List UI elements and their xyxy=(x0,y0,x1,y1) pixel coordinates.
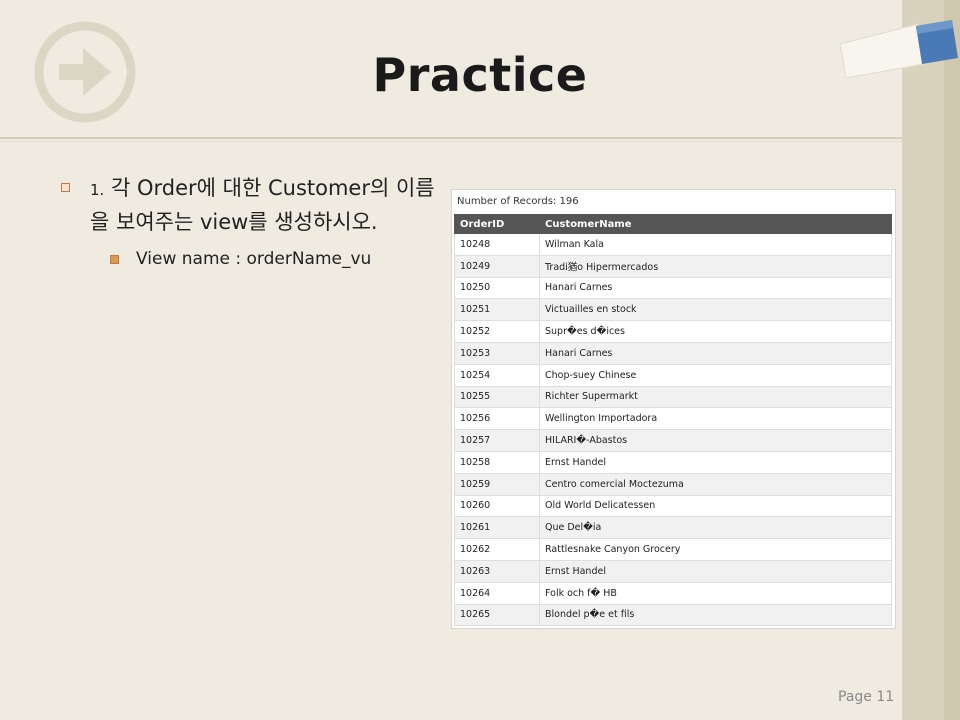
table-row: 10260 Old World Delicatessen xyxy=(454,495,892,518)
cell-orderid: 10265 xyxy=(454,604,540,627)
cell-customername: Ernst Handel xyxy=(539,560,892,583)
table-row: 10256 Wellington Importadora xyxy=(454,407,892,431)
bullet-2-text: View name : orderName_vu xyxy=(136,249,372,269)
table-row: 10254 Chop-suey Chinese xyxy=(454,364,892,387)
table-row: 10249 Tradi猶o Hipermercados xyxy=(454,255,892,278)
table-row: 10248 Wilman Kala xyxy=(454,233,892,256)
bullet-square-open-icon xyxy=(61,183,70,192)
cell-orderid: 10260 xyxy=(454,495,540,518)
cell-orderid: 10249 xyxy=(454,255,540,278)
cell-orderid: 10248 xyxy=(454,233,540,256)
cell-orderid: 10263 xyxy=(454,560,540,583)
cell-orderid: 10252 xyxy=(454,320,540,343)
cell-orderid: 10253 xyxy=(454,342,540,365)
cell-orderid: 10261 xyxy=(454,516,540,540)
table-row: 10252 Supr�es d�ices xyxy=(454,320,892,343)
table-row: 10265 Blondel p�e et fils xyxy=(454,604,892,627)
cell-customername: Victuailles en stock xyxy=(539,298,892,322)
cell-customername: Centro comercial Moctezuma xyxy=(539,473,892,496)
cell-customername: Tradi猶o Hipermercados xyxy=(539,255,892,278)
bullet-item-1: 1. 각 Order에 대한 Customer의 이름을 보여주는 view를 … xyxy=(58,172,438,238)
cell-orderid: 10255 xyxy=(454,386,540,409)
cell-orderid: 10257 xyxy=(454,429,540,452)
page-number: Page 11 xyxy=(838,689,895,705)
cell-customername: Chop-suey Chinese xyxy=(539,364,892,387)
cell-customername: Wilman Kala xyxy=(539,233,892,256)
table-row: 10250 Hanari Carnes xyxy=(454,277,892,300)
cell-customername: Hanari Carnes xyxy=(539,342,892,365)
cell-orderid: 10251 xyxy=(454,298,540,322)
table-row: 10261 Que Del�ia xyxy=(454,516,892,540)
cell-orderid: 10259 xyxy=(454,473,540,496)
cell-customername: Wellington Importadora xyxy=(539,407,892,431)
title-divider-secondary xyxy=(0,141,902,142)
table-row: 10253 Hanari Carnes xyxy=(454,342,892,365)
cell-customername: Blondel p�e et fils xyxy=(539,604,892,627)
cell-customername: HILARI�-Abastos xyxy=(539,429,892,452)
table-row: 10259 Centro comercial Moctezuma xyxy=(454,473,892,496)
title-divider xyxy=(0,137,902,139)
table-row: 10258 Ernst Handel xyxy=(454,451,892,474)
cell-orderid: 10254 xyxy=(454,364,540,387)
cell-customername: Ernst Handel xyxy=(539,451,892,474)
table-row: 10263 Ernst Handel xyxy=(454,560,892,583)
bullet-1-text: 각 Order에 대한 Customer의 이름을 보여주는 view를 생성하… xyxy=(90,176,435,234)
column-header-customername: CustomerName xyxy=(539,214,892,234)
column-header-orderid: OrderID xyxy=(454,214,540,234)
cell-customername: Hanari Carnes xyxy=(539,277,892,300)
cell-orderid: 10258 xyxy=(454,451,540,474)
table-row: 10264 Folk och f� HB xyxy=(454,582,892,605)
table-body: 10248 Wilman Kala 10249 Tradi猶o Hipermercad… xyxy=(454,233,892,627)
bullet-list: 1. 각 Order에 대한 Customer의 이름을 보여주는 view를 … xyxy=(58,172,438,272)
result-table: OrderID CustomerName 10248 Wilman Kala 102… xyxy=(454,214,892,627)
records-count: Number of Records: 196 xyxy=(457,196,579,207)
bullet-square-filled-icon xyxy=(110,255,119,264)
table-row: 10262 Rattlesnake Canyon Grocery xyxy=(454,538,892,561)
table-header-row: OrderID CustomerName xyxy=(454,214,892,234)
cell-customername: Rattlesnake Canyon Grocery xyxy=(539,538,892,561)
bullet-number: 1. xyxy=(90,181,105,199)
right-side-band xyxy=(902,0,944,720)
cell-orderid: 10256 xyxy=(454,407,540,431)
cell-customername: Richter Supermarkt xyxy=(539,386,892,409)
table-row: 10255 Richter Supermarkt xyxy=(454,386,892,409)
query-result-panel: Number of Records: 196 OrderID CustomerN… xyxy=(451,189,896,629)
table-row: 10251 Victuailles en stock xyxy=(454,298,892,322)
cell-customername: Folk och f� HB xyxy=(539,582,892,605)
right-edge-band xyxy=(944,0,960,720)
cell-customername: Supr�es d�ices xyxy=(539,320,892,343)
cell-customername: Old World Delicatessen xyxy=(539,495,892,518)
table-row: 10257 HILARI�-Abastos xyxy=(454,429,892,452)
cell-orderid: 10262 xyxy=(454,538,540,561)
slide-title: Practice xyxy=(372,48,588,102)
cell-orderid: 10264 xyxy=(454,582,540,605)
cell-customername: Que Del�ia xyxy=(539,516,892,540)
bullet-item-2: View name : orderName_vu xyxy=(58,246,438,272)
cell-orderid: 10250 xyxy=(454,277,540,300)
